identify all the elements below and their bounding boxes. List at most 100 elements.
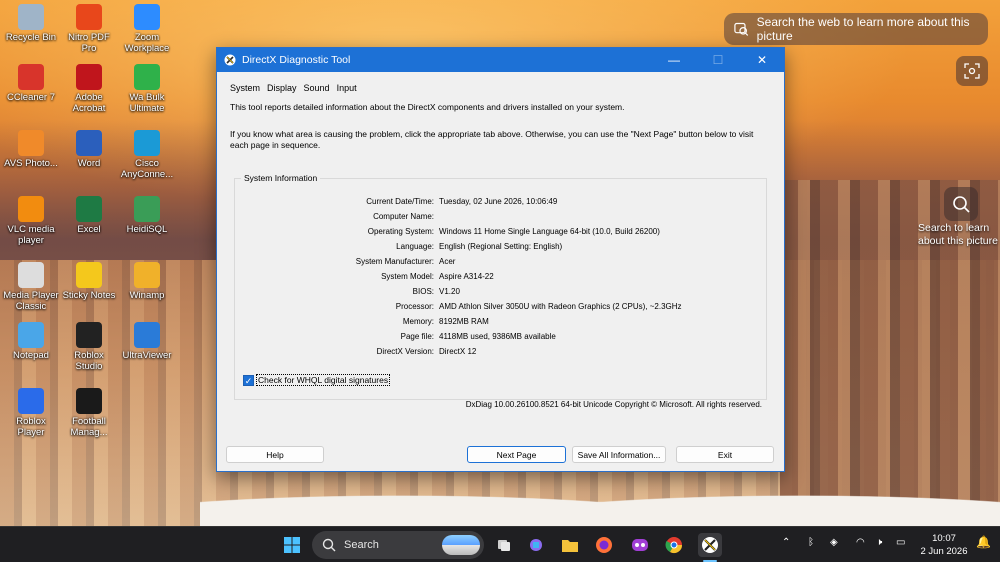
media-player-classic-icon [18, 262, 44, 288]
next-page-button[interactable]: Next Page [467, 446, 566, 463]
tab-system[interactable]: System [229, 83, 261, 93]
side-search-text-line1: Search to learn [918, 222, 990, 234]
info-value: Aspire A314-22 [439, 272, 494, 281]
desktop-icon-label: Nitro PDF Pro [68, 32, 110, 54]
clock[interactable]: 10:07 2 Jun 2026 [916, 532, 972, 558]
info-row: Language: English (Regional Setting: Engl… [235, 242, 768, 254]
defender-icon[interactable]: ◈ [830, 537, 838, 548]
cisco-icon [134, 130, 160, 156]
whql-checkbox-label: Check for WHQL digital signatures [256, 374, 391, 386]
battery-icon[interactable]: ▭ [896, 537, 905, 548]
info-value: DirectX 12 [439, 347, 477, 356]
desktop-icon-label: Notepad [13, 350, 49, 361]
desktop-icon[interactable]: Sticky Notes [60, 262, 118, 301]
nitro-pdf-icon [76, 4, 102, 30]
desktop-icon[interactable]: VLC media player [2, 196, 60, 246]
file-explorer-button[interactable] [558, 533, 582, 557]
desktop-icon[interactable]: CCleaner 7 [2, 64, 60, 103]
desktop-icon[interactable]: HeidiSQL [118, 196, 176, 235]
desktop-icon[interactable]: Adobe Acrobat [60, 64, 118, 114]
dxdiag-taskbar-button[interactable] [698, 533, 722, 557]
wifi-icon[interactable]: ◠ [856, 537, 865, 548]
task-view-icon [498, 540, 510, 551]
search-icon [322, 538, 336, 552]
screen-snip-button[interactable] [956, 56, 988, 86]
desktop-icon-label: Adobe Acrobat [72, 92, 106, 114]
exit-button[interactable]: Exit [676, 446, 774, 463]
desktop-icon-label: Cisco AnyConne... [120, 158, 174, 180]
desktop-icon[interactable]: Cisco AnyConne... [118, 130, 176, 180]
app-purple-button[interactable] [628, 533, 652, 557]
info-value: Tuesday, 02 June 2026, 10:06:49 [439, 197, 558, 206]
whql-checkbox[interactable]: ✓ Check for WHQL digital signatures [243, 374, 391, 386]
info-value: 4118MB used, 9386MB available [439, 332, 556, 341]
ultraviewer-icon [134, 322, 160, 348]
bluetooth-icon[interactable]: ᛒ [808, 537, 814, 548]
system-tab-body: This tool reports detailed information a… [230, 102, 770, 151]
intro-text: This tool reports detailed information a… [230, 102, 625, 112]
visual-search-pill[interactable]: Search the web to learn more about this … [724, 13, 988, 45]
mask-app-icon [632, 539, 648, 551]
desktop-icon[interactable]: Recycle Bin [2, 4, 60, 43]
tab-strip: System Display Sound Input [217, 72, 784, 93]
desktop-icon[interactable]: Football Manag... [60, 388, 118, 438]
info-row: Page file: 4118MB used, 9386MB available [235, 332, 768, 344]
wallpaper-umbrellas [200, 470, 1000, 530]
minimize-button[interactable]: — [652, 48, 696, 72]
task-view-button[interactable] [492, 533, 516, 557]
volume-muted-icon[interactable]: 🕨 [876, 537, 882, 548]
help-button[interactable]: Help [226, 446, 324, 463]
desktop-icon-label: Excel [77, 224, 101, 235]
side-search-text-line2: about this picture [918, 235, 998, 247]
desktop-icon-label: Sticky Notes [62, 290, 116, 301]
info-value: V1.20 [439, 287, 460, 296]
tray-overflow-icon[interactable]: ⌃ [782, 537, 790, 548]
desktop-icon[interactable]: Zoom Workplace [118, 4, 176, 54]
chrome-button[interactable] [662, 533, 686, 557]
desktop-icon[interactable]: Winamp [118, 262, 176, 301]
desktop-icon[interactable]: UltraViewer [118, 322, 176, 361]
side-search-text: Search to learn about this picture [918, 222, 1000, 248]
tab-sound[interactable]: Sound [303, 83, 331, 93]
info-label: Computer Name: [373, 212, 434, 221]
desktop-icon-label: HeidiSQL [126, 224, 168, 235]
title-bar[interactable]: DirectX Diagnostic Tool — ☐ ✕ [217, 48, 784, 72]
start-button[interactable] [280, 533, 304, 557]
info-value: AMD Athlon Silver 3050U with Radeon Grap… [439, 302, 682, 311]
desktop-icon[interactable]: Nitro PDF Pro [60, 4, 118, 54]
info-row: System Model: Aspire A314-22 [235, 272, 768, 284]
tab-display[interactable]: Display [266, 83, 298, 93]
excel-icon [76, 196, 102, 222]
desktop-icon-label: AVS Photo... [4, 158, 58, 169]
desktop-icon[interactable]: Excel [60, 196, 118, 235]
info-row: Operating System: Windows 11 Home Single … [235, 227, 768, 239]
taskbar-search-box[interactable]: Search [312, 531, 484, 559]
desktop-icon-label: VLC media player [7, 224, 55, 246]
firefox-button[interactable] [592, 533, 616, 557]
desktop-icon-label: Winamp [129, 290, 165, 301]
desktop-icon[interactable]: Word [60, 130, 118, 169]
close-button[interactable]: ✕ [740, 48, 784, 72]
info-value: Acer [439, 257, 456, 266]
dxdiag-app-icon [224, 54, 236, 66]
desktop-icon[interactable]: Roblox Player [2, 388, 60, 438]
desktop-icon[interactable]: Media Player Classic [2, 262, 60, 312]
save-all-information-button[interactable]: Save All Information... [572, 446, 666, 463]
info-row: System Manufacturer: Acer [235, 257, 768, 269]
notification-bell-icon[interactable]: 🔔 [976, 535, 991, 549]
desktop-icon[interactable]: AVS Photo... [2, 130, 60, 169]
zoom-icon [134, 4, 160, 30]
info-row: Processor: AMD Athlon Silver 3050U with R… [235, 302, 768, 314]
tab-input[interactable]: Input [336, 83, 358, 93]
info-row: Computer Name: [235, 212, 768, 224]
maximize-button[interactable]: ☐ [696, 48, 740, 72]
desktop-icon[interactable]: Notepad [2, 322, 60, 361]
desktop-icon[interactable]: Wa Bulk Ultimate [118, 64, 176, 114]
side-search-button[interactable] [944, 187, 978, 221]
copilot-button[interactable] [524, 533, 548, 557]
desktop-icon-label: Football Manag... [70, 416, 108, 438]
info-label: Processor: [395, 302, 434, 311]
visual-search-label: Search the web to learn more about this … [756, 15, 970, 43]
desktop-icon-label: Roblox Player [16, 416, 46, 438]
desktop-icon[interactable]: Roblox Studio [60, 322, 118, 372]
